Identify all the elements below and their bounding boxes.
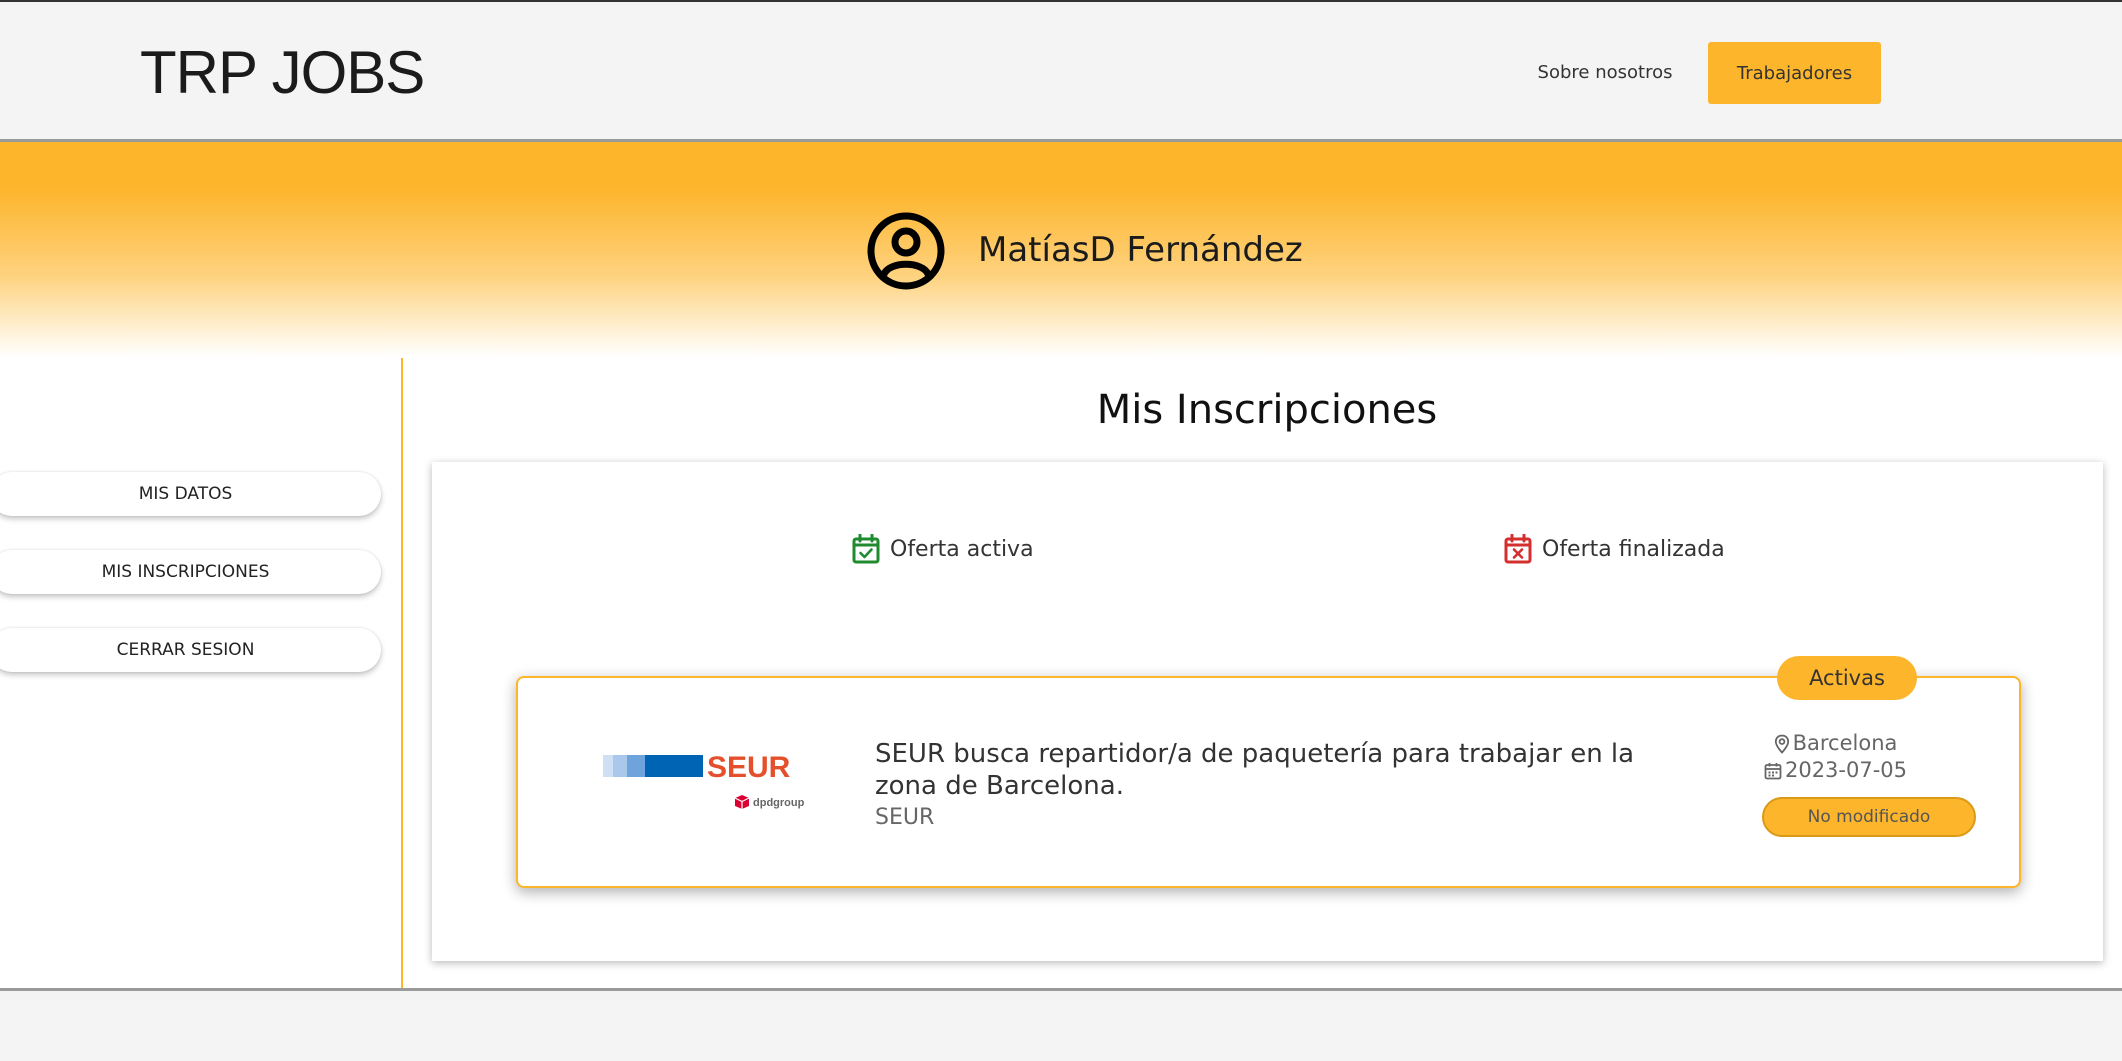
top-navbar: TRP JOBS Sobre nosotros Trabajadores [0, 0, 2122, 142]
map-pin-icon [1774, 734, 1789, 754]
sidebar-divider [401, 358, 403, 990]
sidebar-item-mis-inscripciones[interactable]: MIS INSCRIPCIONES [0, 550, 381, 594]
offer-date-text: 2023-07-05 [1784, 758, 1908, 782]
seur-logo-text: SEUR [707, 751, 791, 784]
calendar-icon [1764, 762, 1782, 779]
legend-ended: Oferta finalizada [1504, 532, 1725, 566]
seur-logo: SEUR dpdgroup [603, 751, 805, 809]
dpd-logo-text: dpdgroup [753, 797, 805, 809]
offer-title[interactable]: SEUR busca repartidor/a de paquetería pa… [875, 738, 1675, 802]
nav-about-link[interactable]: Sobre nosotros [1530, 58, 1680, 88]
offer-state-badge: Activas [1777, 656, 1917, 700]
legend-ended-label: Oferta finalizada [1542, 536, 1725, 562]
legend-active-label: Oferta activa [890, 536, 1034, 562]
offer-company: SEUR [875, 805, 935, 830]
offer-meta: Barcelona 2023-07-05 [1748, 730, 1923, 784]
legend-active: Oferta activa [852, 532, 1034, 566]
offer-card[interactable]: SEUR dpdgroup SEUR busca repartidor/a de… [516, 676, 2021, 888]
offer-location-text: Barcelona [1792, 731, 1898, 755]
calendar-check-icon [852, 534, 880, 564]
page-title: Mis Inscripciones [1096, 387, 1438, 433]
footer [0, 988, 2122, 1061]
status-badge: No modificado [1762, 797, 1976, 837]
sidebar-item-mis-datos[interactable]: MIS DATOS [0, 472, 381, 516]
inscriptions-panel: Oferta activa Oferta finalizada SEUR dpd… [432, 462, 2103, 961]
profile-banner: MatíasD Fernández [0, 142, 2122, 357]
user-name: MatíasD Fernández [978, 230, 1303, 270]
user-circle-icon [867, 212, 945, 290]
offer-location: Barcelona [1748, 730, 1923, 757]
sidebar-item-cerrar-sesion[interactable]: CERRAR SESION [0, 628, 381, 672]
nav-workers-button[interactable]: Trabajadores [1708, 42, 1881, 104]
offer-date: 2023-07-05 [1748, 757, 1923, 784]
calendar-x-icon [1504, 534, 1532, 564]
site-logo[interactable]: TRP JOBS [140, 38, 425, 108]
